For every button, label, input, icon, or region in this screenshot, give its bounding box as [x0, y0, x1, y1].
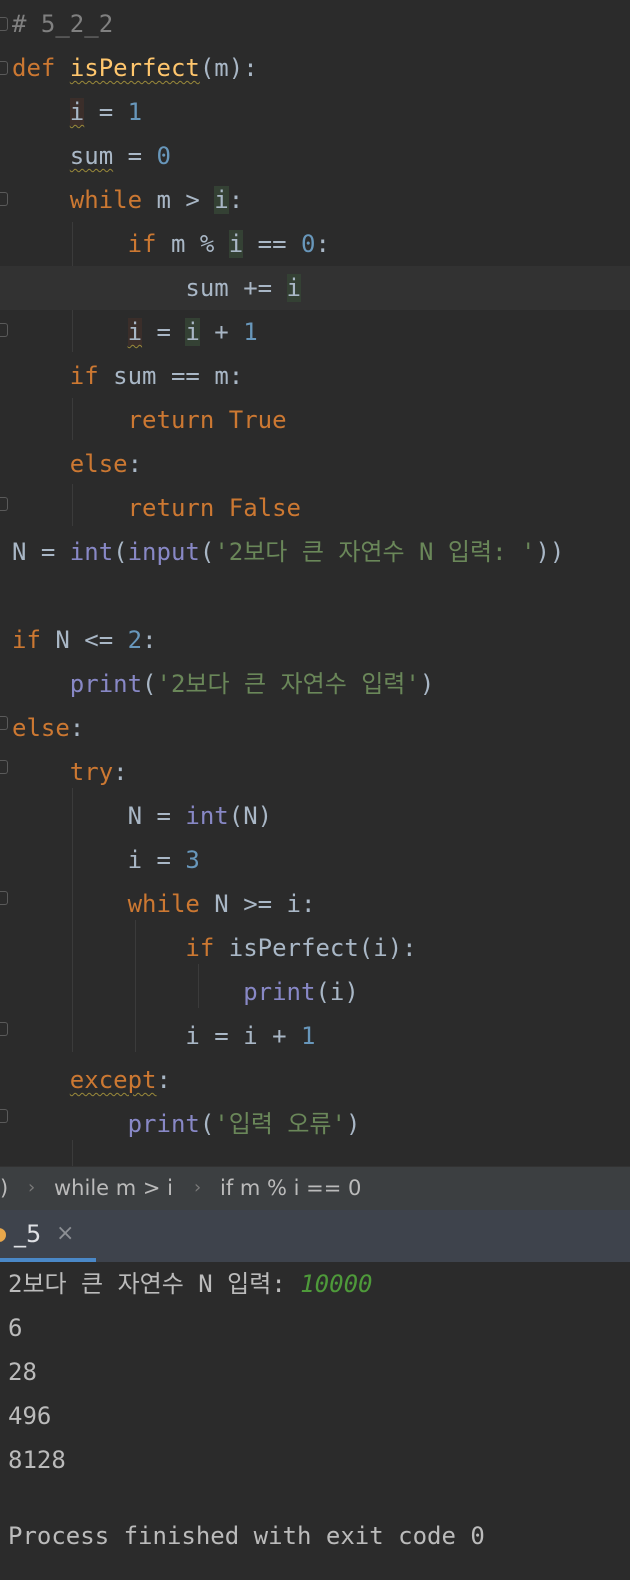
- keyword: while: [69, 186, 143, 214]
- close-icon[interactable]: ×: [56, 1216, 74, 1252]
- variable: i: [185, 318, 200, 346]
- console-prompt-line: 2보다 큰 자연수 N 입력: 10000: [8, 1262, 372, 1306]
- code-line[interactable]: i = 3: [0, 838, 630, 882]
- chevron-right-icon: ›: [28, 1177, 36, 1198]
- variable: i: [373, 934, 388, 962]
- current-code-line[interactable]: sum += i: [0, 266, 630, 310]
- breadcrumb-item[interactable]: if m % i == 0: [220, 1167, 361, 1209]
- code-line[interactable]: i = 1: [0, 90, 630, 134]
- builtin: int: [69, 538, 114, 566]
- console-prompt: 2보다 큰 자연수 N 입력:: [8, 1270, 301, 1298]
- code-token: =: [113, 142, 157, 170]
- code-line[interactable]: print(i): [0, 970, 630, 1014]
- keyword: else: [12, 714, 70, 742]
- string: '2보다 큰 자연수 N 입력: ': [214, 538, 536, 566]
- run-tab[interactable]: _5: [14, 1216, 41, 1252]
- code-line[interactable]: def isPerfect(m):: [0, 46, 630, 90]
- code-line[interactable]: sum = 0: [0, 134, 630, 178]
- code-line[interactable]: else:: [0, 442, 630, 486]
- variable: i: [286, 890, 301, 918]
- function-name: isPerfect: [69, 54, 200, 82]
- code-line[interactable]: else:: [0, 706, 630, 750]
- code-line[interactable]: if m % i == 0:: [0, 222, 630, 266]
- run-console[interactable]: 2보다 큰 자연수 N 입력: 10000 6 28 496 8128 Proc…: [0, 1262, 630, 1580]
- variable: i: [286, 274, 301, 302]
- string: '입력 오류': [214, 1110, 346, 1138]
- code-line[interactable]: return True: [0, 398, 630, 442]
- variable: i: [127, 318, 143, 346]
- number: 1: [301, 1022, 316, 1050]
- number: 3: [185, 846, 200, 874]
- keyword: if: [12, 626, 41, 654]
- variable: i: [228, 230, 244, 258]
- code-line[interactable]: try:: [0, 750, 630, 794]
- string: '2보다 큰 자연수 입력': [156, 670, 420, 698]
- code-line[interactable]: # 5_2_2: [0, 2, 630, 46]
- variable: sum: [185, 274, 229, 302]
- code-token: (m):: [199, 54, 258, 82]
- python-run-icon: [0, 1228, 6, 1242]
- keyword: try: [69, 758, 114, 786]
- console-output-line: 496: [8, 1402, 52, 1430]
- builtin: int: [185, 802, 229, 830]
- console-output-line: 6: [8, 1314, 23, 1342]
- builtin: input: [127, 538, 200, 566]
- variable: i: [127, 846, 143, 874]
- variable: i: [329, 978, 345, 1006]
- code-line[interactable]: N = int(input('2보다 큰 자연수 N 입력: ')): [0, 530, 630, 574]
- run-tool-window-header: _5 ×: [0, 1210, 630, 1262]
- code-line[interactable]: print('2보다 큰 자연수 입력'): [0, 662, 630, 706]
- console-output-line: 8128: [8, 1446, 66, 1474]
- code-line[interactable]: i = i + 1: [0, 310, 630, 354]
- console-user-input: 10000: [300, 1270, 373, 1298]
- variable: i: [69, 98, 85, 126]
- variable: sum: [69, 142, 114, 170]
- keyword: if: [127, 230, 157, 258]
- number: 0: [156, 142, 171, 170]
- chevron-right-icon: ›: [194, 1177, 202, 1198]
- keyword: def: [12, 54, 56, 82]
- comment: # 5_2_2: [12, 10, 114, 38]
- code-line[interactable]: while N >= i:: [0, 882, 630, 926]
- code-line[interactable]: i = i + 1: [0, 1014, 630, 1058]
- code-line[interactable]: if isPerfect(i):: [0, 926, 630, 970]
- number: 0: [301, 230, 316, 258]
- function-call: isPerfect: [228, 934, 359, 962]
- keyword: while: [127, 890, 200, 918]
- builtin: print: [69, 670, 143, 698]
- breadcrumb: ) › while m > i › if m % i == 0: [0, 1166, 630, 1210]
- breadcrumb-item[interactable]: while m > i: [54, 1167, 173, 1209]
- code-line[interactable]: return False: [0, 486, 630, 530]
- keyword: else: [69, 450, 128, 478]
- console-exit-message: Process finished with exit code 0: [8, 1522, 485, 1550]
- keyword: except: [69, 1066, 157, 1094]
- keyword: if: [69, 362, 99, 390]
- builtin: print: [127, 1110, 200, 1138]
- console-output-line: 28: [8, 1358, 37, 1386]
- code-line[interactable]: if N <= 2:: [0, 618, 630, 662]
- keyword: if: [185, 934, 215, 962]
- keyword: True: [228, 406, 287, 434]
- builtin: print: [243, 978, 316, 1006]
- code-line[interactable]: print('입력 오류'): [0, 1102, 630, 1146]
- variable: i: [243, 1022, 258, 1050]
- code-line[interactable]: except:: [0, 1058, 630, 1102]
- code-line[interactable]: while m > i:: [0, 178, 630, 222]
- keyword: return: [127, 494, 215, 522]
- variable: i: [214, 186, 229, 214]
- variable: i: [185, 1022, 200, 1050]
- variable: sum: [113, 362, 157, 390]
- number: 1: [243, 318, 258, 346]
- number: 1: [127, 98, 143, 126]
- code-editor[interactable]: # 5_2_2 def isPerfect(m): i = 1 sum = 0 …: [0, 0, 630, 1166]
- keyword: return: [127, 406, 215, 434]
- number: 2: [127, 626, 143, 654]
- code-token: =: [84, 98, 128, 126]
- breadcrumb-item[interactable]: ): [0, 1167, 8, 1209]
- code-line[interactable]: if sum == m:: [0, 354, 630, 398]
- keyword: False: [228, 494, 301, 522]
- code-line[interactable]: N = int(N): [0, 794, 630, 838]
